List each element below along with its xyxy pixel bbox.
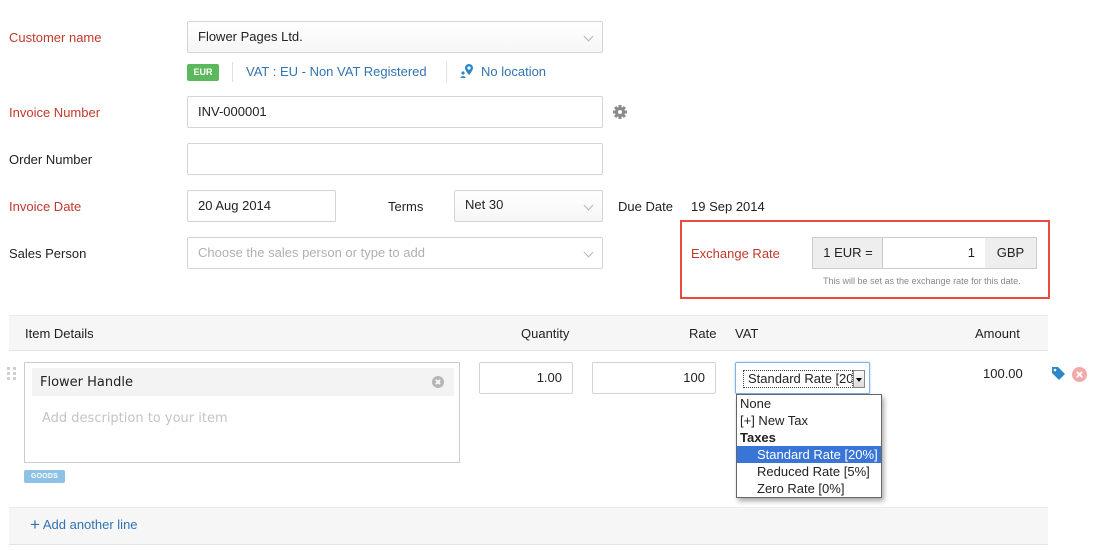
location-link[interactable]: No location xyxy=(481,64,546,79)
chevron-down-icon xyxy=(583,247,594,258)
invoice-date-label: Invoice Date xyxy=(9,199,82,214)
drag-handle-icon[interactable] xyxy=(7,367,17,386)
vat-option-new-tax[interactable]: [+] New Tax xyxy=(737,412,881,429)
item-name-value: Flower Handle xyxy=(40,375,133,390)
vat-group-taxes: Taxes xyxy=(740,430,776,445)
header-amount: Amount xyxy=(975,326,1020,341)
vat-selected-value: Standard Rate [20%] xyxy=(743,370,853,388)
plus-icon: + xyxy=(30,515,40,534)
exchange-rate-label: Exchange Rate xyxy=(691,246,780,261)
location-pin-icon xyxy=(460,63,475,82)
remove-line-icon[interactable] xyxy=(1072,367,1087,385)
invoice-number-value: INV-000001 xyxy=(198,104,267,119)
exchange-rate-prefix: 1 EUR = xyxy=(812,237,883,269)
vat-option-standard-rate[interactable]: Standard Rate [20%] xyxy=(737,446,881,463)
due-date-label: Due Date xyxy=(618,199,673,214)
sales-person-select[interactable]: Choose the sales person or type to add xyxy=(187,237,603,269)
dropdown-arrow-icon[interactable] xyxy=(853,370,865,388)
quantity-value: 1.00 xyxy=(536,370,562,385)
order-number-label: Order Number xyxy=(9,152,93,167)
rate-input[interactable]: 100 xyxy=(592,362,716,394)
add-another-line-button[interactable]: + Add another line xyxy=(30,515,138,534)
terms-value: Net 30 xyxy=(465,197,504,212)
chevron-down-icon xyxy=(583,200,594,211)
rate-value: 100 xyxy=(683,370,705,385)
terms-label: Terms xyxy=(388,199,424,214)
invoice-date-value: 20 Aug 2014 xyxy=(198,198,272,213)
vat-select[interactable]: Standard Rate [20%] xyxy=(735,362,870,394)
gear-icon[interactable] xyxy=(612,104,628,123)
vat-treatment-link[interactable]: VAT : EU - Non VAT Registered xyxy=(246,64,427,79)
vat-treatment-text: VAT : EU - Non VAT Registered xyxy=(246,64,427,79)
quantity-input[interactable]: 1.00 xyxy=(479,362,573,394)
amount-value: 100.00 xyxy=(983,366,1023,381)
exchange-rate-input[interactable]: 1 xyxy=(882,237,986,269)
add-line-bar xyxy=(9,507,1048,545)
add-another-line-label: Add another line xyxy=(42,517,138,532)
vat-option-zero-rate[interactable]: Zero Rate [0%] xyxy=(737,480,881,497)
divider xyxy=(232,62,233,82)
exchange-rate-suffix: GBP xyxy=(985,237,1037,269)
clear-item-icon[interactable] xyxy=(432,376,444,391)
invoice-number-input[interactable]: INV-000001 xyxy=(187,96,603,128)
customer-name-value: Flower Pages Ltd. xyxy=(198,29,303,44)
header-quantity: Quantity xyxy=(521,326,570,341)
vat-option-none[interactable]: None xyxy=(737,395,881,412)
vat-option-reduced-rate[interactable]: Reduced Rate [5%] xyxy=(737,463,881,480)
sales-person-placeholder: Choose the sales person or type to add xyxy=(198,245,425,260)
customer-name-select[interactable]: Flower Pages Ltd. xyxy=(187,21,603,53)
sales-person-label: Sales Person xyxy=(9,246,87,261)
item-type-badge: GOODS xyxy=(24,470,65,483)
exchange-rate-hint: This will be set as the exchange rate fo… xyxy=(823,276,1021,286)
chevron-down-icon xyxy=(583,31,594,42)
invoice-number-label: Invoice Number xyxy=(9,105,101,120)
header-item-details: Item Details xyxy=(25,326,94,341)
tag-icon[interactable] xyxy=(1051,366,1066,384)
exchange-rate-value: 1 xyxy=(967,245,975,260)
header-rate: Rate xyxy=(689,326,717,341)
due-date-value: 19 Sep 2014 xyxy=(691,199,765,214)
item-description-placeholder[interactable]: Add description to your item xyxy=(42,411,228,426)
item-name-field[interactable]: Flower Handle xyxy=(32,368,454,396)
header-vat: VAT xyxy=(735,326,759,341)
currency-badge: EUR xyxy=(187,64,219,81)
divider xyxy=(446,62,447,82)
customer-name-label: Customer name xyxy=(9,30,102,45)
vat-dropdown-list: None [+] New Tax Taxes Standard Rate [20… xyxy=(736,394,882,498)
invoice-date-input[interactable]: 20 Aug 2014 xyxy=(187,190,336,222)
terms-select[interactable]: Net 30 xyxy=(454,190,603,222)
order-number-input[interactable] xyxy=(187,143,603,175)
